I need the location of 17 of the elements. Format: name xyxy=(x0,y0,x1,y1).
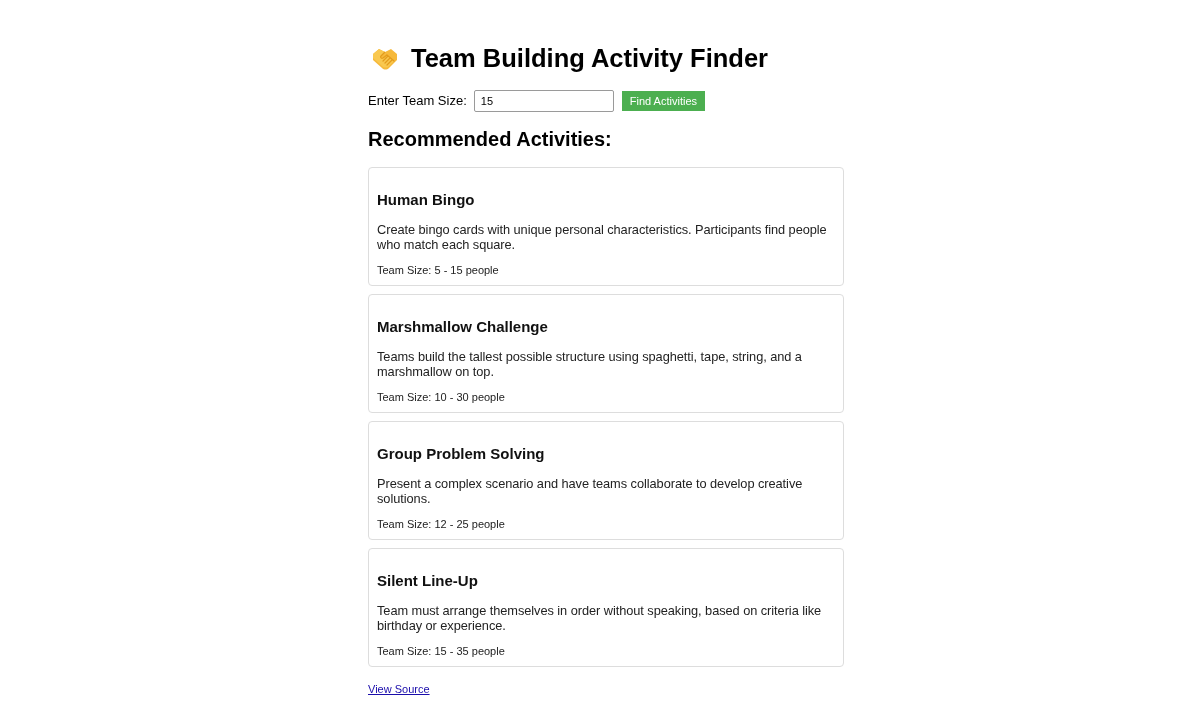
team-size-text: Team Size: 10 - 30 people xyxy=(377,390,506,404)
team-size-text: Team Size: 15 - 35 people xyxy=(377,644,506,658)
activity-description: Team must arrange themselves in order without speaking, based on criteria like birthday or experience. xyxy=(377,603,823,633)
view-source-link[interactable]: View Source xyxy=(368,682,430,696)
activity-title: Marshmallow Challenge xyxy=(377,318,549,336)
activity-title: Group Problem Solving xyxy=(377,445,546,463)
page-title: Team Building Activity Finder xyxy=(411,43,769,74)
activity-description: Teams build the tallest possible structure using spaghetti, tape, string, and a marshmallow on top. xyxy=(377,349,803,379)
activity-title: Human Bingo xyxy=(377,191,476,209)
activity-description: Create bingo cards with unique personal characteristics. Participants find people who match each square. xyxy=(377,222,828,252)
results-heading: Recommended Activities: xyxy=(368,127,613,151)
team-size-label: Enter Team Size: xyxy=(368,92,467,111)
team-size-text: Team Size: 5 - 15 people xyxy=(377,263,500,277)
activity-description: Present a complex scenario and have teams collaborate to develop creative solutions. xyxy=(377,476,804,506)
activity-title: Silent Line-Up xyxy=(377,572,479,590)
team-size-input[interactable]: 15 xyxy=(473,90,614,112)
team-size-text: Team Size: 12 - 25 people xyxy=(377,517,506,531)
